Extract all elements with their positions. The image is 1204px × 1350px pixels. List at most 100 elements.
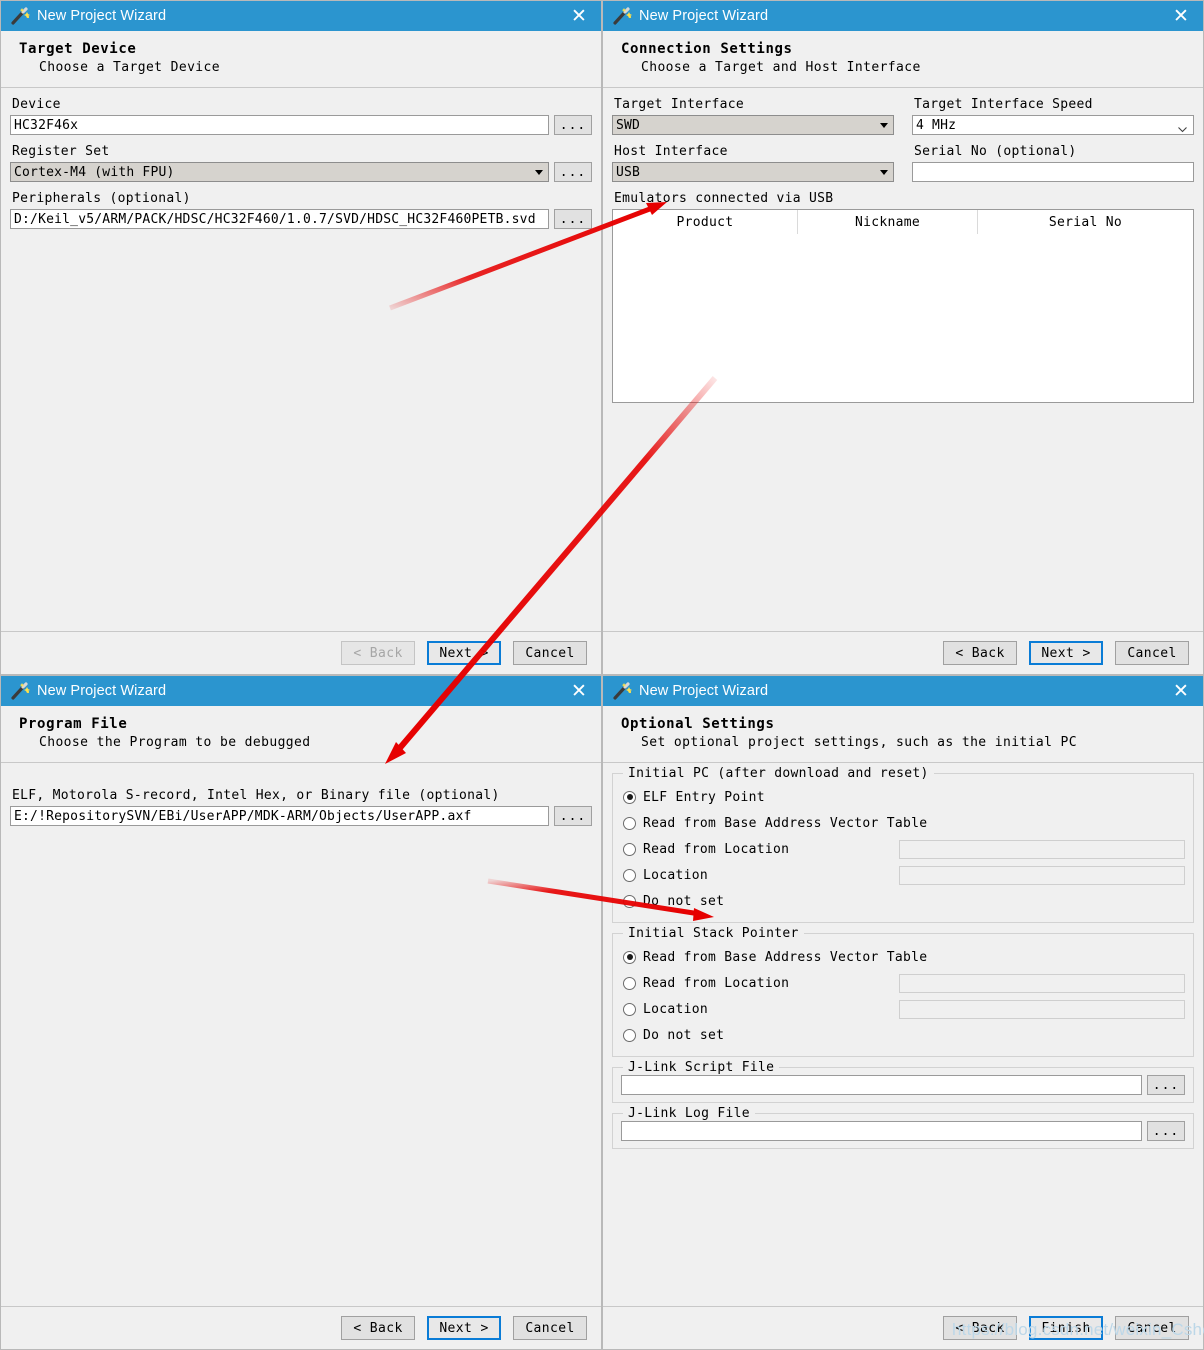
program-file-row: E:/!RepositorySVN/EBi/UserAPP/MDK-ARM/Ob… bbox=[10, 806, 592, 826]
radio-label: Do not set bbox=[643, 1027, 725, 1043]
initial-sp-location-input[interactable] bbox=[899, 999, 1185, 1019]
window-optional-settings: New Project Wizard ✕ Optional Settings S… bbox=[602, 675, 1204, 1350]
radio-indicator bbox=[623, 976, 636, 990]
program-file-input[interactable]: E:/!RepositorySVN/EBi/UserAPP/MDK-ARM/Ob… bbox=[10, 806, 549, 826]
initial-sp-read-location-input[interactable] bbox=[899, 973, 1185, 993]
table-header-row: Product Nickname Serial No bbox=[613, 210, 1193, 234]
radio-initial-pc-read-base-vector-table[interactable]: Read from Base Address Vector Table bbox=[621, 810, 1185, 836]
target-interface-row: SWD bbox=[612, 115, 894, 135]
next-button[interactable]: Next > bbox=[427, 641, 501, 665]
watermark: https://blog.csdn.net/weixin_CshouCSDN bbox=[952, 1320, 1204, 1339]
initial-pc-read-location-input[interactable] bbox=[899, 839, 1185, 859]
next-button[interactable]: Next > bbox=[1029, 641, 1103, 665]
footer-buttons: < Back Next > Cancel bbox=[1, 631, 601, 674]
log-file-browse-button[interactable]: ... bbox=[1147, 1121, 1185, 1141]
close-icon[interactable]: ✕ bbox=[1159, 1, 1203, 31]
close-icon[interactable]: ✕ bbox=[557, 1, 601, 31]
target-interface-dropdown[interactable]: SWD bbox=[612, 115, 894, 135]
footer-buttons: < Back Next > Cancel bbox=[603, 631, 1203, 674]
peripherals-input[interactable]: D:/Keil_v5/ARM/PACK/HDSC/HC32F460/1.0.7/… bbox=[10, 209, 549, 229]
serial-no-input[interactable] bbox=[912, 162, 1194, 182]
panel-body: Target Interface SWD Host Interface USB bbox=[603, 88, 1203, 403]
magic-wand-icon bbox=[611, 6, 633, 26]
page-title: Program File bbox=[19, 716, 128, 732]
back-button[interactable]: < Back bbox=[341, 1316, 415, 1340]
back-button[interactable]: < Back bbox=[943, 641, 1017, 665]
next-button[interactable]: Next > bbox=[427, 1316, 501, 1340]
titlebar: New Project Wizard ✕ bbox=[1, 1, 601, 31]
emulators-table[interactable]: Product Nickname Serial No bbox=[612, 209, 1194, 403]
host-interface-row: USB bbox=[612, 162, 894, 182]
header-band: Target Device Choose a Target Device bbox=[1, 31, 601, 88]
radio-initial-pc-elf-entry-point[interactable]: ELF Entry Point bbox=[621, 784, 1185, 810]
script-file-browse-button[interactable]: ... bbox=[1147, 1075, 1185, 1095]
radio-indicator bbox=[623, 950, 636, 964]
radio-label: Location bbox=[643, 867, 709, 883]
window-title: New Project Wizard bbox=[37, 683, 167, 699]
radio-initial-sp-read-from-location[interactable]: Read from Location bbox=[621, 970, 1185, 996]
window-title: New Project Wizard bbox=[639, 8, 769, 24]
register-set-label: Register Set bbox=[12, 144, 110, 159]
radio-indicator bbox=[623, 790, 636, 804]
peripherals-row: D:/Keil_v5/ARM/PACK/HDSC/HC32F460/1.0.7/… bbox=[10, 209, 592, 229]
window-title: New Project Wizard bbox=[639, 683, 769, 699]
host-interface-dropdown[interactable]: USB bbox=[612, 162, 894, 182]
register-set-dropdown[interactable]: Cortex-M4 (with FPU) bbox=[10, 162, 549, 182]
log-file-input[interactable] bbox=[621, 1121, 1142, 1141]
triangle-down-icon bbox=[875, 117, 892, 133]
radio-initial-sp-location[interactable]: Location bbox=[621, 996, 1185, 1022]
script-file-row: ... bbox=[621, 1075, 1185, 1095]
radio-label: ELF Entry Point bbox=[643, 789, 765, 805]
target-speed-combobox[interactable]: 4 MHz bbox=[912, 115, 1194, 135]
radio-initial-sp-do-not-set[interactable]: Do not set bbox=[621, 1022, 1185, 1048]
titlebar: New Project Wizard ✕ bbox=[1, 676, 601, 706]
close-icon[interactable]: ✕ bbox=[1159, 676, 1203, 706]
cancel-button[interactable]: Cancel bbox=[1115, 641, 1189, 665]
host-interface-label: Host Interface bbox=[614, 144, 728, 159]
magic-wand-icon bbox=[9, 6, 31, 26]
group-initial-stack-pointer: Initial Stack Pointer Read from Base Add… bbox=[612, 926, 1194, 1057]
cancel-button[interactable]: Cancel bbox=[513, 641, 587, 665]
target-speed-label: Target Interface Speed bbox=[914, 97, 1093, 112]
page-subtitle: Choose a Target Device bbox=[39, 60, 220, 75]
emulators-label: Emulators connected via USB bbox=[614, 191, 834, 206]
panel-body: Device HC32F46x ... Register Set Cortex-… bbox=[1, 97, 601, 229]
triangle-down-icon bbox=[530, 164, 547, 180]
peripherals-browse-button[interactable]: ... bbox=[554, 209, 592, 229]
script-file-input[interactable] bbox=[621, 1075, 1142, 1095]
close-icon[interactable]: ✕ bbox=[557, 676, 601, 706]
page-subtitle: Choose a Target and Host Interface bbox=[641, 60, 921, 75]
peripherals-label: Peripherals (optional) bbox=[12, 191, 191, 206]
radio-indicator bbox=[623, 816, 636, 830]
page-title: Connection Settings bbox=[621, 41, 793, 57]
log-file-row: ... bbox=[621, 1121, 1185, 1141]
radio-initial-pc-do-not-set[interactable]: Do not set bbox=[621, 888, 1185, 914]
register-set-value: Cortex-M4 (with FPU) bbox=[14, 164, 175, 180]
device-label: Device bbox=[12, 97, 61, 112]
triangle-down-icon bbox=[875, 164, 892, 180]
panel-body: ELF, Motorola S-record, Intel Hex, or Bi… bbox=[1, 788, 601, 826]
page-subtitle: Choose the Program to be debugged bbox=[39, 735, 311, 750]
device-input[interactable]: HC32F46x bbox=[10, 115, 549, 135]
cancel-button[interactable]: Cancel bbox=[513, 1316, 587, 1340]
group-legend-initial-pc: Initial PC (after download and reset) bbox=[623, 766, 934, 781]
serial-no-row bbox=[912, 162, 1194, 182]
radio-initial-pc-location[interactable]: Location bbox=[621, 862, 1185, 888]
page-title: Target Device bbox=[19, 41, 137, 57]
header-band: Connection Settings Choose a Target and … bbox=[603, 31, 1203, 88]
radio-initial-pc-read-from-location[interactable]: Read from Location bbox=[621, 836, 1185, 862]
page-subtitle: Set optional project settings, such as t… bbox=[641, 735, 1078, 750]
register-set-browse-button[interactable]: ... bbox=[554, 162, 592, 182]
group-legend-initial-sp: Initial Stack Pointer bbox=[623, 926, 804, 941]
footer-buttons: < Back Next > Cancel bbox=[1, 1306, 601, 1349]
radio-label: Location bbox=[643, 1001, 709, 1017]
radio-label: Read from Base Address Vector Table bbox=[643, 815, 928, 831]
radio-indicator bbox=[623, 894, 636, 908]
initial-pc-location-input[interactable] bbox=[899, 865, 1185, 885]
chevron-down-icon bbox=[1178, 122, 1187, 133]
program-file-browse-button[interactable]: ... bbox=[554, 806, 592, 826]
device-browse-button[interactable]: ... bbox=[554, 115, 592, 135]
host-interface-value: USB bbox=[616, 164, 641, 180]
radio-initial-sp-read-base-vector-table[interactable]: Read from Base Address Vector Table bbox=[621, 944, 1185, 970]
window-title: New Project Wizard bbox=[37, 8, 167, 24]
